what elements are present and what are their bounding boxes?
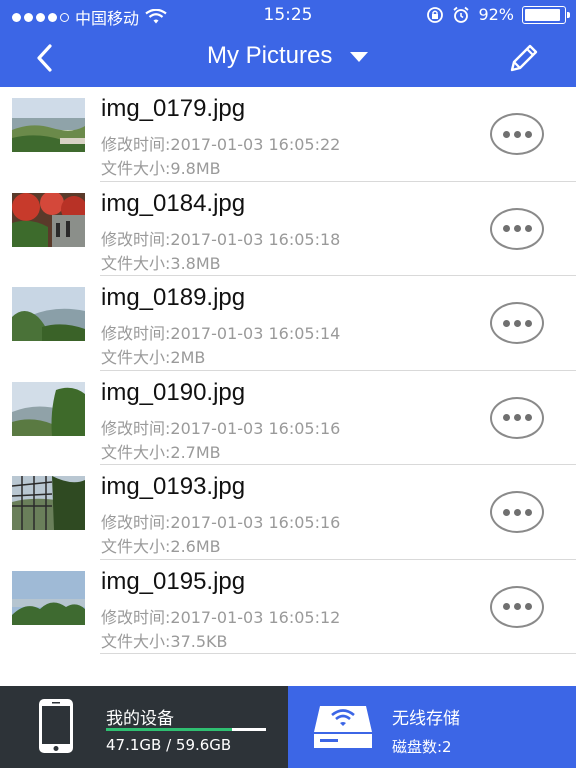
- file-size: 文件大小:37.5KB: [101, 631, 228, 651]
- edit-button[interactable]: [506, 40, 546, 76]
- file-name: img_0195.jpg: [101, 567, 246, 595]
- file-name: img_0190.jpg: [101, 378, 246, 406]
- list-item[interactable]: img_0193.jpg 修改时间:2017-01-03 16:05:16 文件…: [0, 465, 576, 560]
- status-right: 92%: [426, 5, 570, 24]
- photo-thumbnail: [12, 570, 85, 625]
- file-name: img_0184.jpg: [101, 189, 246, 217]
- bottom-bar: 我的设备 47.1GB / 59.6GB 无线存储 磁盘数:2: [0, 686, 576, 768]
- list-item[interactable]: img_0184.jpg 修改时间:2017-01-03 16:05:18 文件…: [0, 182, 576, 276]
- list-item[interactable]: img_0190.jpg 修改时间:2017-01-03 16:05:16 文件…: [0, 371, 576, 465]
- file-size: 文件大小:2MB: [101, 348, 206, 367]
- list-item[interactable]: img_0189.jpg 修改时间:2017-01-03 16:05:14 文件…: [0, 276, 576, 371]
- more-options-button[interactable]: [490, 113, 544, 155]
- wireless-storage-label: 无线存储: [392, 709, 460, 729]
- battery-icon: [522, 5, 570, 24]
- modified-time: 修改时间:2017-01-03 16:05:22: [101, 135, 341, 154]
- my-device-tab[interactable]: 我的设备 47.1GB / 59.6GB: [0, 686, 288, 768]
- modified-time: 修改时间:2017-01-03 16:05:12: [101, 607, 341, 627]
- wireless-storage-tab[interactable]: 无线存储 磁盘数:2: [288, 686, 576, 768]
- more-options-button[interactable]: [490, 302, 544, 344]
- file-size: 文件大小:2.6MB: [101, 537, 221, 556]
- file-size: 文件大小:3.8MB: [101, 253, 221, 273]
- modified-time: 修改时间:2017-01-03 16:05:14: [101, 324, 341, 343]
- file-size: 文件大小:2.7MB: [101, 442, 221, 462]
- caret-down-icon: [350, 51, 369, 62]
- list-item[interactable]: img_0179.jpg 修改时间:2017-01-03 16:05:22 文件…: [0, 87, 576, 182]
- file-name: img_0193.jpg: [101, 473, 246, 500]
- more-options-button[interactable]: [490, 585, 544, 628]
- phone-icon: [39, 699, 73, 753]
- alarm-icon: [453, 6, 470, 23]
- navigation-bar: My Pictures: [0, 30, 576, 87]
- wireless-drive-icon: [314, 706, 372, 748]
- pencil-icon: [510, 44, 538, 72]
- battery-percent: 92%: [478, 5, 514, 24]
- folder-title-dropdown[interactable]: My Pictures: [0, 42, 576, 70]
- disk-count: 磁盘数:2: [392, 738, 452, 756]
- photo-thumbnail: [12, 476, 85, 530]
- rotation-lock-icon: [427, 6, 444, 23]
- status-bar: 中国移动 15:25 92%: [0, 0, 576, 30]
- file-size: 文件大小:9.8MB: [101, 159, 221, 178]
- storage-progress-bar: [106, 728, 266, 731]
- more-options-button[interactable]: [490, 491, 544, 533]
- file-name: img_0179.jpg: [101, 95, 246, 122]
- photo-thumbnail: [12, 381, 85, 436]
- modified-time: 修改时间:2017-01-03 16:05:16: [101, 513, 341, 532]
- list-item[interactable]: img_0195.jpg 修改时间:2017-01-03 16:05:12 文件…: [0, 560, 576, 654]
- more-options-button[interactable]: [490, 396, 544, 439]
- photo-thumbnail: [12, 98, 85, 152]
- modified-time: 修改时间:2017-01-03 16:05:16: [101, 418, 341, 438]
- file-name: img_0189.jpg: [101, 284, 246, 311]
- page-title: My Pictures: [206, 42, 333, 69]
- more-options-button[interactable]: [490, 207, 544, 250]
- storage-usage-text: 47.1GB / 59.6GB: [106, 736, 232, 754]
- photo-thumbnail: [12, 287, 85, 341]
- file-list: img_0179.jpg 修改时间:2017-01-03 16:05:22 文件…: [0, 87, 576, 654]
- photo-thumbnail: [12, 192, 85, 247]
- top-bar: 中国移动 15:25 92% My Pictures: [0, 0, 576, 87]
- my-device-label: 我的设备: [106, 709, 174, 729]
- modified-time: 修改时间:2017-01-03 16:05:18: [101, 229, 341, 249]
- row-divider: [100, 653, 576, 654]
